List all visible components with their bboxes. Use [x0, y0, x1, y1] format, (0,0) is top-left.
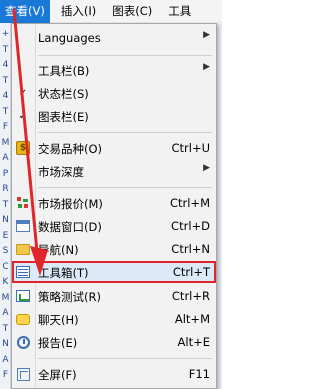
market-watch-icon	[15, 195, 31, 211]
menu-insert[interactable]: 插入(I)	[56, 0, 101, 23]
background-glyph: N	[2, 339, 9, 349]
report-icon	[15, 334, 31, 350]
menu-item-label: 策略测试(R)	[38, 290, 101, 304]
toolbox-icon	[15, 264, 31, 280]
background-glyph: A	[2, 308, 9, 318]
menu-item-navigator[interactable]: 导航(N) Ctrl+N	[12, 238, 216, 260]
background-glyph: T	[2, 106, 9, 117]
menu-item-shortcut: Ctrl+R	[171, 289, 210, 303]
menu-charts[interactable]: 图表(C)	[107, 0, 157, 23]
background-glyph: A	[2, 354, 9, 365]
background-glyph: 4	[2, 91, 9, 101]
menu-item-report[interactable]: 报告(E) Alt+E	[12, 331, 216, 353]
menu-item-label: 导航(N)	[38, 243, 79, 257]
chat-icon	[15, 311, 31, 327]
menu-item-shortcut: Ctrl+D	[171, 219, 210, 233]
menu-item-label: 聊天(H)	[38, 313, 79, 327]
menu-separator	[38, 358, 212, 359]
menu-item-shortcut: Alt+E	[177, 335, 210, 349]
background-glyph: M	[1, 137, 10, 148]
submenu-arrow-icon: ▶	[203, 163, 210, 173]
menu-item-shortcut: F11	[188, 367, 210, 381]
background-glyph: E	[2, 230, 9, 241]
background-glyph: P	[2, 168, 9, 179]
menu-item-toolbox[interactable]: 工具箱(T) Ctrl+T	[12, 261, 216, 283]
background-glyph: K	[2, 277, 9, 287]
background-glyph: A	[2, 153, 9, 163]
menu-item-label: 市场报价(M)	[38, 197, 103, 211]
menu-item-label: 状态栏(S)	[38, 87, 89, 101]
menu-bar: 查看(V) 插入(I) 图表(C) 工具	[0, 0, 222, 23]
menu-separator	[38, 187, 212, 188]
menu-item-strategy-tester[interactable]: 策略测试(R) Ctrl+R	[12, 285, 216, 307]
menu-item-market-watch[interactable]: 市场报价(M) Ctrl+M	[12, 192, 216, 214]
background-glyph: N	[2, 215, 9, 225]
background-glyph: R	[2, 184, 9, 194]
background-glyph: T	[2, 44, 9, 55]
background-glyph: T	[2, 323, 9, 334]
view-dropdown-menu: Languages ▶ 工具栏(B) ▶ ✓ 状态栏(S) ✓ 图表栏(E) $…	[11, 23, 217, 389]
fullscreen-icon	[15, 366, 31, 382]
menu-item-shortcut: Alt+M	[174, 312, 210, 326]
menu-item-label: 全屏(F)	[38, 368, 77, 382]
checkmark-icon: ✓	[18, 87, 28, 99]
menu-separator	[38, 55, 212, 56]
menu-item-data-window[interactable]: 数据窗口(D) Ctrl+D	[12, 215, 216, 237]
menu-item-label: 图表栏(E)	[38, 110, 89, 124]
background-glyph: F	[2, 122, 9, 132]
background-glyph: C	[2, 261, 9, 272]
menu-item-shortcut: Ctrl+U	[171, 141, 210, 155]
menu-separator	[38, 132, 212, 133]
background-window-left: + T 4 T 4 T F M A P R T N E S C K M A T N A F	[0, 23, 11, 389]
menu-item-label: Languages	[38, 31, 101, 45]
menu-item-label: 报告(E)	[38, 336, 78, 350]
menu-tools[interactable]: 工具	[163, 0, 196, 23]
menu-item-chat[interactable]: 聊天(H) Alt+M	[12, 308, 216, 330]
background-glyph: T	[2, 199, 9, 210]
menu-item-label: 工具栏(B)	[38, 64, 90, 78]
menu-item-toolbars[interactable]: 工具栏(B) ▶	[12, 59, 216, 81]
menu-item-status-bar[interactable]: ✓ 状态栏(S)	[12, 82, 216, 104]
background-glyph: F	[2, 370, 9, 380]
menu-item-shortcut: Ctrl+N	[171, 242, 210, 256]
menu-item-label: 市场深度	[38, 165, 84, 179]
menu-item-label: 工具箱(T)	[38, 266, 89, 280]
background-glyph: +	[1, 29, 10, 39]
background-glyph: 4	[2, 60, 9, 70]
data-window-icon	[15, 218, 31, 234]
menu-item-label: 交易品种(O)	[38, 142, 103, 156]
menu-item-fullscreen[interactable]: 全屏(F) F11	[12, 363, 216, 385]
background-glyph: S	[2, 246, 9, 256]
menu-item-languages[interactable]: Languages ▶	[12, 27, 216, 49]
navigator-icon	[15, 241, 31, 257]
checkmark-icon: ✓	[18, 110, 28, 122]
menu-item-shortcut: Ctrl+T	[172, 265, 210, 279]
menu-item-label: 数据窗口(D)	[38, 220, 102, 234]
background-glyph: T	[2, 75, 9, 86]
background-window-right	[217, 23, 222, 389]
submenu-arrow-icon: ▶	[203, 30, 210, 40]
menu-item-chart-bar[interactable]: ✓ 图表栏(E)	[12, 105, 216, 127]
menu-item-shortcut: Ctrl+M	[169, 196, 210, 210]
symbols-icon: $	[15, 140, 31, 156]
submenu-arrow-icon: ▶	[203, 62, 210, 72]
menu-item-symbols[interactable]: $ 交易品种(O) Ctrl+U	[12, 137, 216, 159]
background-glyph: M	[1, 292, 10, 303]
menu-view[interactable]: 查看(V)	[0, 0, 50, 23]
strategy-tester-icon	[15, 288, 31, 304]
menu-item-market-depth[interactable]: 市场深度 ▶	[12, 160, 216, 182]
